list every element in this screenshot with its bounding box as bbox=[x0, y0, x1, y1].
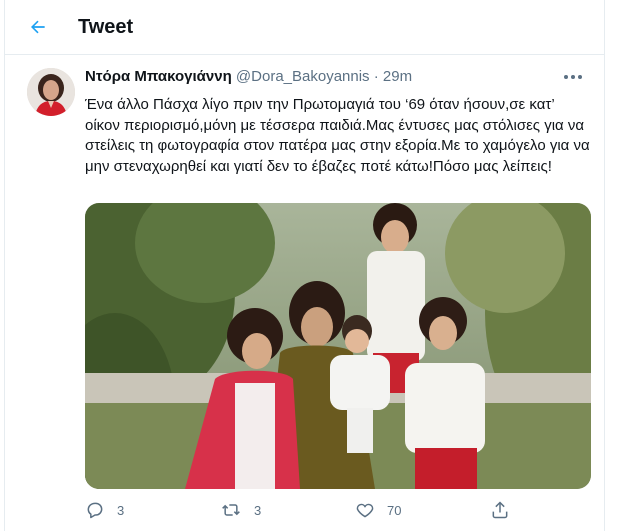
heart-icon bbox=[356, 503, 374, 518]
reply-icon bbox=[87, 502, 103, 519]
like-button[interactable]: 70 bbox=[355, 500, 401, 520]
reply-button[interactable]: 3 bbox=[85, 500, 124, 520]
retweet-button[interactable]: 3 bbox=[220, 500, 261, 520]
back-button[interactable] bbox=[23, 12, 53, 42]
tweet-header: Ντόρα Μπακογιάννη @Dora_Bakoyannis · 29m bbox=[85, 68, 590, 88]
like-count: 70 bbox=[387, 502, 402, 518]
tweet-page: Tweet Ντόρα Μπακογιάννη @Dora_Bakoyannis… bbox=[4, 0, 605, 531]
tweet-timestamp[interactable]: 29m bbox=[383, 68, 412, 85]
arrow-left-icon bbox=[31, 20, 45, 34]
more-button[interactable] bbox=[562, 69, 584, 85]
reply-count: 3 bbox=[117, 502, 125, 518]
share-button[interactable] bbox=[490, 500, 522, 520]
author-name[interactable]: Ντόρα Μπακογιάννη bbox=[85, 68, 232, 85]
retweet-icon bbox=[222, 504, 240, 516]
author-handle[interactable]: @Dora_Bakoyannis bbox=[236, 68, 370, 85]
tweet-photo[interactable] bbox=[85, 203, 591, 489]
separator-dot: · bbox=[373, 68, 379, 85]
share-icon bbox=[492, 501, 508, 519]
retweet-count: 3 bbox=[254, 502, 262, 518]
avatar[interactable] bbox=[27, 68, 75, 116]
more-dots-icon bbox=[564, 75, 582, 79]
tweet-text: Ένα άλλο Πάσχα λίγο πριν την Πρωτομαγιά … bbox=[85, 96, 590, 175]
page-header: Tweet bbox=[5, 0, 604, 55]
page-title: Tweet bbox=[78, 16, 134, 38]
tweet-actions: 3 3 70 bbox=[85, 500, 590, 522]
